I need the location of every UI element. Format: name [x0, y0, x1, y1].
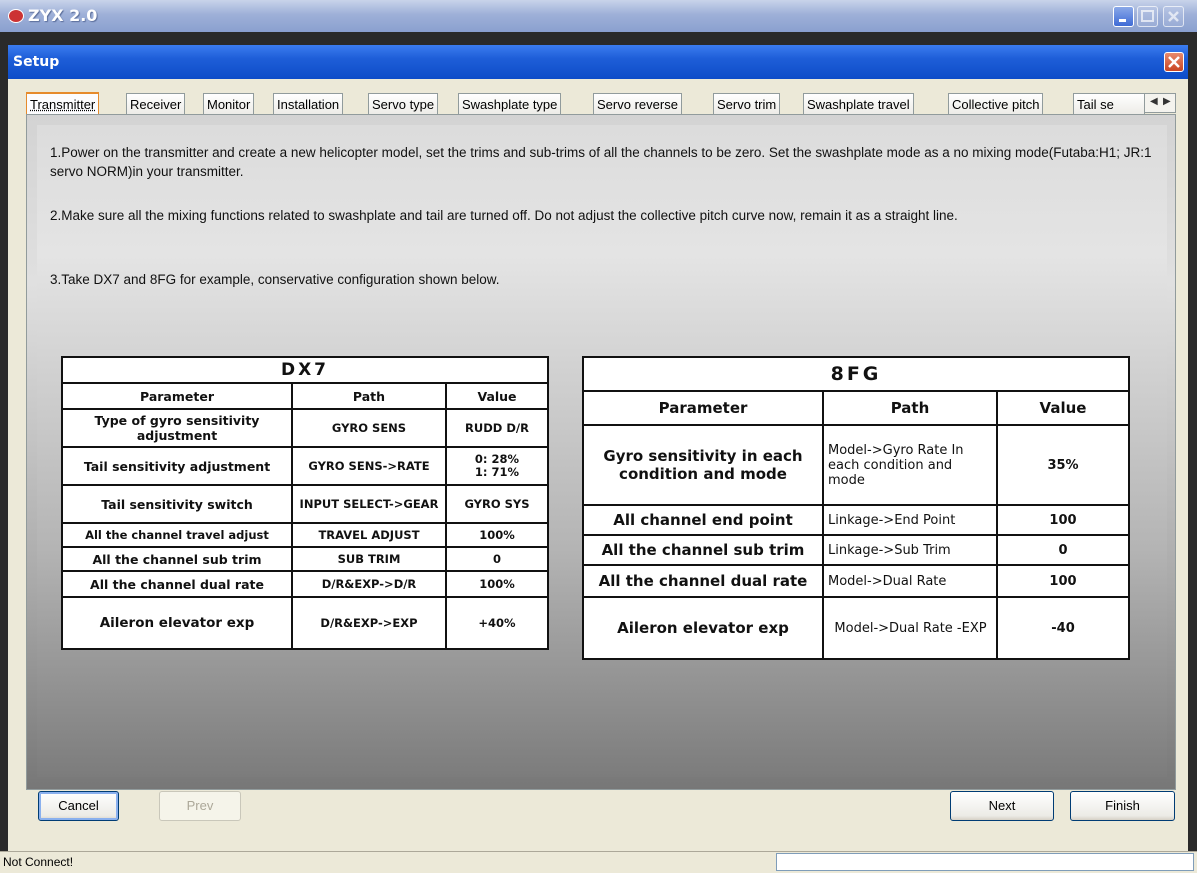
fg8-path: Model->Gyro Rate In each condition and m… [822, 424, 998, 506]
dx7-path: SUB TRIM [291, 546, 447, 572]
tab-scroll-buttons: ◀ ▶ [1144, 93, 1176, 113]
dx7-param: Aileron elevator exp [61, 596, 293, 650]
status-bar: Not Connect! [0, 851, 1197, 873]
instruction-1: 1.Power on the transmitter and create a … [50, 145, 1152, 179]
app-icon [8, 9, 24, 23]
dx7-path: D/R&EXP->D/R [291, 570, 447, 598]
fg8-path: Model->Dual Rate -EXP [822, 596, 998, 660]
dx7-param: All the channel sub trim [61, 546, 293, 572]
dx7-value: 0: 28% 1: 71% [445, 446, 549, 486]
tab-strip: Transmitter Receiver Monitor Installatio… [26, 92, 1176, 116]
table-row: All the channel sub trim SUB TRIM 0 [61, 546, 549, 572]
fg8-path: Linkage->End Point [822, 504, 998, 536]
dx7-value: 100% [445, 570, 549, 598]
table-row: All the channel dual rate D/R&EXP->D/R 1… [61, 570, 549, 598]
dx7-param: All the channel dual rate [61, 570, 293, 598]
table-row: Tail sensitivity adjustment GYRO SENS->R… [61, 446, 549, 486]
dx7-param: Type of gyro sensitivity adjustment [61, 408, 293, 448]
dialog-title: Setup [13, 54, 60, 70]
fg8-table: 8FG Parameter Path Value Gyro sensitivit… [582, 356, 1130, 660]
table-row: All channel end point Linkage->End Point… [582, 504, 1130, 536]
tab-swashplate-travel[interactable]: Swashplate travel [803, 93, 914, 115]
table-row: Gyro sensitivity in each condition and m… [582, 424, 1130, 506]
scroll-left-icon[interactable]: ◀ [1150, 96, 1158, 107]
dx7-param: Tail sensitivity adjustment [61, 446, 293, 486]
tab-tail-sensitivity[interactable]: Tail se [1073, 93, 1145, 115]
maximize-icon [1141, 10, 1154, 22]
dialog-close-button[interactable] [1164, 52, 1184, 72]
finish-button[interactable]: Finish [1070, 791, 1175, 821]
instruction-2: 2.Make sure all the mixing functions rel… [50, 208, 958, 223]
status-field [776, 853, 1194, 871]
tab-servo-type[interactable]: Servo type [368, 93, 439, 115]
tab-installation[interactable]: Installation [273, 93, 344, 115]
dx7-table: DX7 Parameter Path Value Type of gyro se… [61, 356, 549, 650]
close-icon [1168, 56, 1180, 68]
maximize-button[interactable] [1137, 6, 1158, 27]
dx7-header-value: Value [445, 382, 549, 410]
table-row: Aileron elevator exp D/R&EXP->EXP +40% [61, 596, 549, 650]
dx7-value: GYRO SYS [445, 484, 549, 524]
dx7-param: All the channel travel adjust [61, 522, 293, 548]
scroll-right-icon[interactable]: ▶ [1163, 96, 1171, 107]
fg8-value: 100 [996, 564, 1130, 598]
fg8-value: 100 [996, 504, 1130, 536]
prev-button[interactable]: Prev [159, 791, 241, 821]
dx7-value: +40% [445, 596, 549, 650]
setup-dialog: Setup Transmitter Receiver Monitor Insta… [8, 45, 1188, 851]
dx7-path: D/R&EXP->EXP [291, 596, 447, 650]
close-icon [1168, 11, 1179, 22]
fg8-value: -40 [996, 596, 1130, 660]
table-row: All the channel travel adjust TRAVEL ADJ… [61, 522, 549, 548]
fg8-value: 0 [996, 534, 1130, 566]
dx7-value: 100% [445, 522, 549, 548]
fg8-param: Aileron elevator exp [582, 596, 824, 660]
minimize-icon [1119, 19, 1126, 22]
tab-panel: 1.Power on the transmitter and create a … [26, 114, 1176, 790]
instruction-3: 3.Take DX7 and 8FG for example, conserva… [50, 272, 500, 287]
fg8-header-value: Value [996, 390, 1130, 426]
dx7-path: TRAVEL ADJUST [291, 522, 447, 548]
fg8-title: 8FG [582, 356, 1130, 392]
dx7-path: GYRO SENS->RATE [291, 446, 447, 486]
window-titlebar: ZYX 2.0 [0, 0, 1197, 32]
table-row: Tail sensitivity switch INPUT SELECT->GE… [61, 484, 549, 524]
tab-receiver[interactable]: Receiver [126, 93, 186, 115]
fg8-value: 35% [996, 424, 1130, 506]
minimize-button[interactable] [1113, 6, 1134, 27]
dx7-param: Tail sensitivity switch [61, 484, 293, 524]
connection-status: Not Connect! [3, 855, 74, 869]
table-row: Type of gyro sensitivity adjustment GYRO… [61, 408, 549, 448]
tab-transmitter[interactable]: Transmitter [26, 92, 100, 116]
dialog-titlebar: Setup [8, 45, 1188, 79]
dx7-title: DX7 [61, 356, 549, 384]
tab-monitor[interactable]: Monitor [203, 93, 255, 115]
dx7-value: 0 [445, 546, 549, 572]
dx7-path: GYRO SENS [291, 408, 447, 448]
fg8-path: Linkage->Sub Trim [822, 534, 998, 566]
tab-servo-reverse[interactable]: Servo reverse [593, 93, 682, 115]
window-close-button[interactable] [1163, 6, 1184, 27]
dx7-header-parameter: Parameter [61, 382, 293, 410]
next-button[interactable]: Next [950, 791, 1054, 821]
tab-servo-trim[interactable]: Servo trim [713, 93, 781, 115]
tab-swashplate-type[interactable]: Swashplate type [458, 93, 562, 115]
fg8-header-parameter: Parameter [582, 390, 824, 426]
fg8-path: Model->Dual Rate [822, 564, 998, 598]
dx7-value: RUDD D/R [445, 408, 549, 448]
table-row: All the channel dual rate Model->Dual Ra… [582, 564, 1130, 598]
dx7-path: INPUT SELECT->GEAR [291, 484, 447, 524]
fg8-header-path: Path [822, 390, 998, 426]
fg8-param: All channel end point [582, 504, 824, 536]
table-row: Aileron elevator exp Model->Dual Rate -E… [582, 596, 1130, 660]
fg8-param: All the channel dual rate [582, 564, 824, 598]
table-row: All the channel sub trim Linkage->Sub Tr… [582, 534, 1130, 566]
cancel-button[interactable]: Cancel [38, 791, 119, 821]
dx7-header-path: Path [291, 382, 447, 410]
fg8-param: Gyro sensitivity in each condition and m… [582, 424, 824, 506]
window-title: ZYX 2.0 [28, 6, 98, 25]
fg8-param: All the channel sub trim [582, 534, 824, 566]
tab-collective-pitch[interactable]: Collective pitch [948, 93, 1044, 115]
